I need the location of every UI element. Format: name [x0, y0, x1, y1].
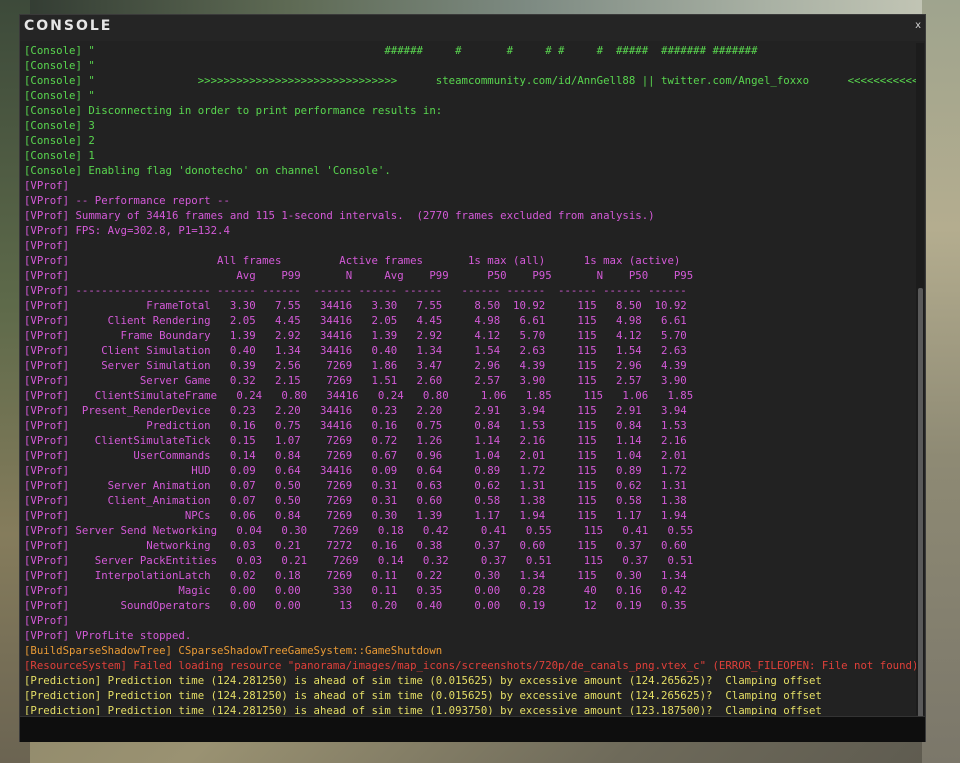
- console-line: [VProf] Client Simulation 0.40 1.34 3441…: [24, 344, 687, 357]
- console-line: [Console] ": [24, 89, 95, 102]
- console-line: [Console] Enabling flag 'donotecho' on c…: [24, 164, 391, 177]
- console-line: [VProf] --------------------- ------ ---…: [24, 284, 687, 297]
- console-line: [VProf] FPS: Avg=302.8, P1=132.4: [24, 224, 230, 237]
- console-line: [VProf] Server Animation 0.07 0.50 7269 …: [24, 479, 687, 492]
- console-line: [Console] ": [24, 59, 95, 72]
- console-line: [VProf] Server PackEntities 0.03 0.21 72…: [24, 554, 694, 567]
- console-line: [VProf] ClientSimulateFrame 0.24 0.80 34…: [24, 389, 694, 402]
- console-line: [VProf] Frame Boundary 1.39 2.92 34416 1…: [24, 329, 687, 342]
- console-line: [VProf] FrameTotal 3.30 7.55 34416 3.30 …: [24, 299, 687, 312]
- console-line: [VProf] -- Performance report --: [24, 194, 230, 207]
- console-titlebar[interactable]: CONSOLE x: [20, 15, 925, 41]
- console-line: [Console] 3: [24, 119, 95, 132]
- console-line: [VProf] Client_Animation 0.07 0.50 7269 …: [24, 494, 687, 507]
- console-line: [VProf]: [24, 239, 70, 252]
- close-icon[interactable]: x: [915, 20, 921, 31]
- console-input-bar: [20, 716, 925, 742]
- console-line: [VProf] Summary of 34416 frames and 115 …: [24, 209, 655, 222]
- console-line: [VProf] NPCs 0.06 0.84 7269 0.30 1.39 1.…: [24, 509, 687, 522]
- console-line: [Console] 2: [24, 134, 95, 147]
- console-title: CONSOLE: [24, 18, 113, 34]
- console-line: [VProf] Client Rendering 2.05 4.45 34416…: [24, 314, 687, 327]
- console-line: [VProf] Magic 0.00 0.00 330 0.11 0.35 0.…: [24, 584, 687, 597]
- console-line: [Prediction] Prediction time (124.281250…: [24, 689, 822, 702]
- console-line: [VProf] VProfLite stopped.: [24, 629, 192, 642]
- console-line: [VProf] ClientSimulateTick 0.15 1.07 726…: [24, 434, 687, 447]
- console-line: [Console] " ###### # # # # # ##### #####…: [24, 44, 758, 57]
- scrollbar-thumb[interactable]: [918, 288, 923, 718]
- console-line: [VProf] Server Simulation 0.39 2.56 7269…: [24, 359, 687, 372]
- console-line: [VProf] SoundOperators 0.00 0.00 13 0.20…: [24, 599, 687, 612]
- console-line: [VProf] HUD 0.09 0.64 34416 0.09 0.64 0.…: [24, 464, 687, 477]
- console-input[interactable]: [20, 717, 925, 742]
- console-line: [Prediction] Prediction time (124.281250…: [24, 704, 822, 715]
- console-line: [Console] " >>>>>>>>>>>>>>>>>>>>>>>>>>>>…: [24, 74, 916, 87]
- console-line: [Console] Disconnecting in order to prin…: [24, 104, 443, 117]
- console-line: [VProf] Present_RenderDevice 0.23 2.20 3…: [24, 404, 687, 417]
- console-line: [VProf] UserCommands 0.14 0.84 7269 0.67…: [24, 449, 687, 462]
- console-line: [BuildSparseShadowTree] CSparseShadowTre…: [24, 644, 443, 657]
- console-line: [VProf] Prediction 0.16 0.75 34416 0.16 …: [24, 419, 687, 432]
- console-window: CONSOLE x [Console] " ###### # # # # # #…: [19, 14, 926, 742]
- console-line: [Console] 1: [24, 149, 95, 162]
- console-line: [VProf] InterpolationLatch 0.02 0.18 726…: [24, 569, 687, 582]
- console-line: [VProf] Networking 0.03 0.21 7272 0.16 0…: [24, 539, 687, 552]
- console-line: [VProf]: [24, 614, 70, 627]
- console-line: [VProf] Server Send Networking 0.04 0.30…: [24, 524, 694, 537]
- console-line: [VProf] All frames Active frames 1s max …: [24, 254, 681, 267]
- console-line: [VProf]: [24, 179, 70, 192]
- console-output[interactable]: [Console] " ###### # # # # # ##### #####…: [24, 43, 916, 715]
- console-scrollbar[interactable]: [916, 43, 924, 718]
- background-scene-right: [922, 0, 960, 763]
- console-line: [Prediction] Prediction time (124.281250…: [24, 674, 822, 687]
- console-line: [VProf] Server Game 0.32 2.15 7269 1.51 …: [24, 374, 687, 387]
- console-line: [VProf] Avg P99 N Avg P99 P50 P95 N P50 …: [24, 269, 694, 282]
- console-line: [ResourceSystem] Failed loading resource…: [24, 659, 916, 672]
